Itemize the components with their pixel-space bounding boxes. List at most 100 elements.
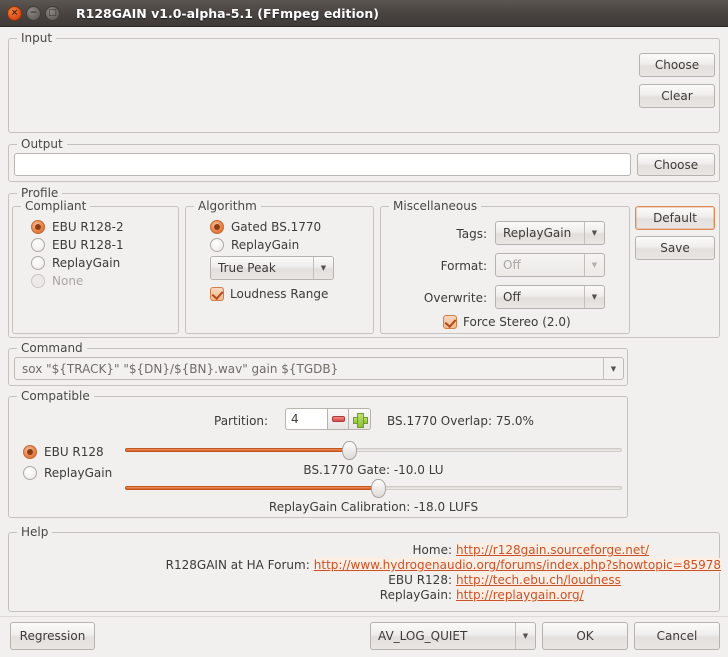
- overwrite-combo[interactable]: Off ▼: [495, 285, 605, 309]
- minimize-icon[interactable]: −: [26, 5, 41, 21]
- force-stereo-label: Force Stereo (2.0): [463, 315, 571, 329]
- window-title: R128GAIN v1.0-alpha-5.1 (FFmpeg edition): [76, 5, 379, 21]
- miscellaneous-group-legend: Miscellaneous: [389, 199, 482, 213]
- compliant-group-legend: Compliant: [21, 199, 91, 213]
- algorithm-option-replaygain[interactable]: ReplayGain: [210, 238, 334, 252]
- compatible-mode-label: ReplayGain: [44, 466, 113, 480]
- radio-icon: [31, 274, 45, 288]
- output-group-legend: Output: [17, 137, 67, 151]
- help-row-label: EBU R128:: [388, 573, 452, 587]
- check-icon: [210, 287, 224, 301]
- compatible-group-legend: Compatible: [17, 389, 94, 403]
- compatible-mode-ebu-r128[interactable]: EBU R128: [23, 445, 112, 459]
- compliant-option-label: None: [52, 274, 84, 288]
- command-group-legend: Command: [17, 341, 87, 355]
- bs1770-gate-slider[interactable]: [125, 479, 622, 498]
- partition-label: Partition:: [214, 414, 269, 428]
- help-row-label: Home:: [412, 543, 452, 557]
- log-level-value: AV_LOG_QUIET: [378, 629, 468, 643]
- partition-input[interactable]: 4: [285, 408, 327, 430]
- algorithm-option-gated-bs1770[interactable]: Gated BS.1770: [210, 220, 334, 234]
- input-choose-button[interactable]: Choose: [639, 53, 715, 77]
- peak-mode-value: True Peak: [218, 261, 276, 275]
- help-group-legend: Help: [17, 525, 53, 539]
- minimize-glyph: −: [29, 7, 38, 18]
- chevron-down-icon: ▼: [603, 358, 623, 379]
- partition-decrement-button[interactable]: [327, 408, 349, 430]
- compliant-option-ebu-r128-1[interactable]: EBU R128-1: [31, 238, 124, 252]
- help-row: R128GAIN at HA Forum: http://www.hydroge…: [9, 558, 721, 572]
- chevron-down-icon: ▼: [515, 623, 535, 649]
- help-rows: Home: http://r128gain.sourceforge.net/ R…: [9, 543, 721, 602]
- compliant-radio-list: EBU R128-2 EBU R128-1 ReplayGain None: [31, 220, 124, 292]
- compliant-option-label: EBU R128-1: [52, 238, 124, 252]
- output-path-input[interactable]: [14, 153, 631, 176]
- compatible-mode-replaygain[interactable]: ReplayGain: [23, 466, 112, 480]
- force-stereo-checkbox[interactable]: Force Stereo (2.0): [443, 315, 571, 329]
- help-link-home[interactable]: http://r128gain.sourceforge.net/: [456, 543, 650, 557]
- minus-icon: [331, 416, 345, 422]
- tags-value: ReplayGain: [503, 226, 572, 240]
- format-combo: Off ▼: [495, 253, 605, 277]
- compatible-group: Compatible Partition: 4 BS.1770 Overlap:…: [8, 389, 628, 518]
- help-group: Help Home: http://r128gain.sourceforge.n…: [8, 525, 721, 612]
- format-label: Format:: [440, 259, 487, 273]
- algorithm-controls: Gated BS.1770 ReplayGain True Peak ▼ Lou…: [210, 220, 334, 301]
- compliant-option-none: None: [31, 274, 124, 288]
- radio-icon: [23, 466, 37, 480]
- radio-icon: [23, 445, 37, 459]
- peak-mode-combo[interactable]: True Peak ▼: [210, 256, 334, 280]
- log-level-combo[interactable]: AV_LOG_QUIET ▼: [370, 622, 536, 650]
- output-group: Output Choose: [8, 137, 720, 182]
- chevron-down-icon: ▼: [313, 257, 333, 279]
- chevron-down-icon: ▼: [584, 286, 604, 308]
- help-row: Home: http://r128gain.sourceforge.net/: [9, 543, 721, 557]
- chevron-down-icon: ▼: [584, 222, 604, 244]
- compliant-option-replaygain[interactable]: ReplayGain: [31, 256, 124, 270]
- slider-thumb[interactable]: [341, 441, 357, 460]
- bs1770-overlap-value: BS.1770 Overlap: 75.0%: [387, 414, 534, 428]
- algorithm-group-legend: Algorithm: [194, 199, 261, 213]
- regression-button[interactable]: Regression: [10, 622, 95, 650]
- slider-thumb[interactable]: [371, 479, 387, 498]
- partition-increment-button[interactable]: [349, 408, 371, 430]
- compatible-mode-radios: EBU R128 ReplayGain: [23, 445, 112, 484]
- loudness-range-checkbox[interactable]: Loudness Range: [210, 287, 334, 301]
- tags-combo[interactable]: ReplayGain ▼: [495, 221, 605, 245]
- bs1770-gate-value: BS.1770 Gate: -10.0 LU: [303, 463, 444, 477]
- help-link-ebu-r128[interactable]: http://tech.ebu.ch/loudness: [456, 573, 621, 587]
- command-combo[interactable]: sox "${TRACK}" "${DN}/${BN}.wav" gain ${…: [14, 357, 624, 380]
- check-icon: [443, 315, 457, 329]
- maximize-icon[interactable]: □: [45, 5, 60, 21]
- close-glyph: ×: [10, 7, 19, 18]
- slider-fill: [125, 486, 379, 490]
- output-choose-button[interactable]: Choose: [637, 153, 715, 176]
- save-button[interactable]: Save: [635, 236, 715, 260]
- radio-icon: [210, 238, 224, 252]
- input-group: Input Choose Clear: [8, 31, 720, 133]
- compatible-mode-label: EBU R128: [44, 445, 104, 459]
- help-link-ha-forum[interactable]: http://www.hydrogenaudio.org/forums/inde…: [313, 558, 721, 572]
- default-button[interactable]: Default: [635, 206, 715, 230]
- close-icon[interactable]: ×: [7, 5, 22, 21]
- compliant-option-label: EBU R128-2: [52, 220, 124, 234]
- compliant-option-ebu-r128-2[interactable]: EBU R128-2: [31, 220, 124, 234]
- compliant-option-label: ReplayGain: [52, 256, 121, 270]
- help-row-label: ReplayGain:: [379, 588, 452, 602]
- radio-icon: [31, 256, 45, 270]
- ok-button[interactable]: OK: [542, 622, 628, 650]
- help-row: EBU R128: http://tech.ebu.ch/loudness: [9, 573, 721, 587]
- replaygain-calibration-value: ReplayGain Calibration: -18.0 LUFS: [268, 500, 479, 514]
- command-group: Command sox "${TRACK}" "${DN}/${BN}.wav"…: [8, 341, 628, 386]
- input-clear-button[interactable]: Clear: [639, 84, 715, 108]
- help-link-replaygain[interactable]: http://replaygain.org/: [456, 588, 584, 602]
- input-file-list[interactable]: [13, 43, 633, 128]
- help-row-label: R128GAIN at HA Forum:: [165, 558, 310, 572]
- command-value: sox "${TRACK}" "${DN}/${BN}.wav" gain ${…: [22, 361, 339, 376]
- cancel-button[interactable]: Cancel: [634, 622, 720, 650]
- maximize-glyph: □: [48, 7, 57, 18]
- overwrite-label: Overwrite:: [423, 291, 487, 305]
- help-row: ReplayGain: http://replaygain.org/: [9, 588, 721, 602]
- bs1770-overlap-slider[interactable]: [125, 441, 622, 460]
- plus-icon: [353, 412, 368, 428]
